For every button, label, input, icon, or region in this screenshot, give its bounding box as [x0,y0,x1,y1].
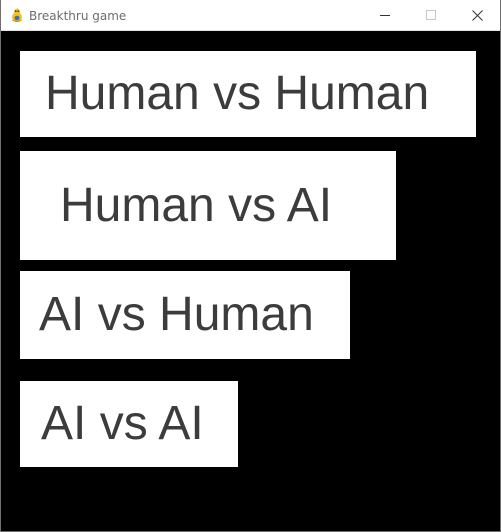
human-vs-human-label: Human vs Human [45,67,430,120]
maximize-icon [426,10,436,20]
game-window: Breakthru game Human vs Human Human vs A… [0,0,501,532]
maximize-button[interactable] [408,0,454,30]
human-vs-human-button[interactable]: Human vs Human [20,51,476,137]
ai-vs-ai-button[interactable]: AI vs AI [20,381,238,467]
minimize-icon [380,15,390,16]
title-bar[interactable]: Breakthru game [1,0,500,31]
human-vs-ai-label: Human vs AI [60,178,333,232]
human-vs-ai-button[interactable]: Human vs AI [20,151,396,260]
ai-vs-human-button[interactable]: AI vs Human [20,271,350,359]
ai-vs-human-label: AI vs Human [39,288,314,341]
ai-vs-ai-label: AI vs AI [41,397,204,450]
close-icon [471,9,483,21]
minimize-button[interactable] [362,0,408,30]
pygame-snake-icon [12,8,22,22]
close-button[interactable] [454,0,500,30]
window-title: Breakthru game [29,9,127,23]
